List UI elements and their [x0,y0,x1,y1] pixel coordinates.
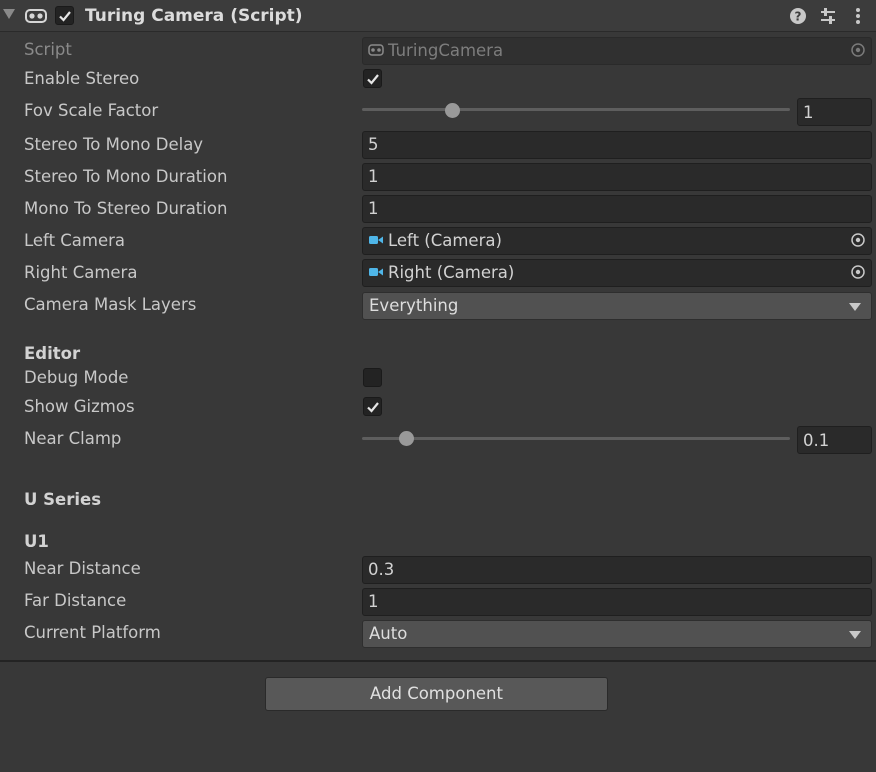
kebab-menu-icon[interactable] [848,6,868,26]
stereo-to-mono-delay-input[interactable]: 5 [362,131,872,159]
near-distance-input[interactable]: 0.3 [362,556,872,584]
right-camera-label: Right Camera [24,263,138,282]
current-platform-label: Current Platform [24,623,161,642]
editor-section-heading: Editor [24,344,81,363]
add-component-button[interactable]: Add Component [265,677,608,711]
enable-stereo-checkbox[interactable] [363,69,382,88]
left-camera-value: Left (Camera) [388,231,502,250]
right-camera-field[interactable]: Right (Camera) [362,259,872,287]
script-field: TuringCamera [362,37,872,65]
right-camera-value: Right (Camera) [388,263,515,282]
svg-text:?: ? [795,10,802,24]
fov-scale-slider-thumb[interactable] [445,103,460,118]
object-picker-icon[interactable] [851,265,865,279]
left-camera-label: Left Camera [24,231,126,250]
stereo-to-mono-delay-label: Stereo To Mono Delay [24,135,204,154]
near-clamp-slider-track[interactable] [362,437,790,440]
enable-stereo-label: Enable Stereo [24,69,140,88]
fov-scale-factor-input[interactable]: 1 [797,98,872,126]
camera-mask-layers-dropdown[interactable]: Everything [362,292,872,320]
far-distance-input[interactable]: 1 [362,588,872,616]
u-series-heading: U Series [24,490,102,509]
stereo-to-mono-duration-input[interactable]: 1 [362,163,872,191]
presets-icon[interactable] [818,6,838,26]
script-label: Script [24,40,72,59]
vr-headset-icon [25,9,47,23]
mono-to-stereo-duration-input[interactable]: 1 [362,195,872,223]
script-asset-icon [368,43,384,56]
u1-heading: U1 [24,532,49,551]
camera-icon [369,235,383,244]
stereo-to-mono-duration-label: Stereo To Mono Duration [24,167,228,186]
debug-mode-checkbox[interactable] [363,368,382,387]
near-clamp-slider-thumb[interactable] [399,431,414,446]
component-enabled-checkbox[interactable] [55,6,74,25]
object-picker-icon[interactable] [851,233,865,247]
left-camera-field[interactable]: Left (Camera) [362,227,872,255]
object-picker-icon [851,43,865,57]
mono-to-stereo-duration-label: Mono To Stereo Duration [24,199,228,218]
inspector-separator [0,660,876,662]
near-distance-label: Near Distance [24,559,141,578]
fov-scale-slider-track[interactable] [362,108,790,111]
script-value: TuringCamera [388,41,504,60]
component-header[interactable]: Turing Camera (Script) ? [0,0,876,32]
show-gizmos-checkbox[interactable] [363,397,382,416]
show-gizmos-label: Show Gizmos [24,397,135,416]
dropdown-arrow-icon [849,631,861,639]
near-clamp-label: Near Clamp [24,429,122,448]
current-platform-dropdown[interactable]: Auto [362,620,872,648]
camera-mask-layers-value: Everything [369,296,459,315]
dropdown-arrow-icon [849,303,861,311]
far-distance-label: Far Distance [24,591,127,610]
camera-icon [369,267,383,276]
camera-mask-layers-label: Camera Mask Layers [24,295,197,314]
near-clamp-input[interactable]: 0.1 [797,426,872,454]
fov-scale-factor-label: Fov Scale Factor [24,101,159,120]
debug-mode-label: Debug Mode [24,368,129,387]
help-icon[interactable]: ? [788,6,808,26]
foldout-arrow-icon[interactable] [3,9,15,19]
component-title: Turing Camera (Script) [85,6,303,26]
current-platform-value: Auto [369,624,408,643]
